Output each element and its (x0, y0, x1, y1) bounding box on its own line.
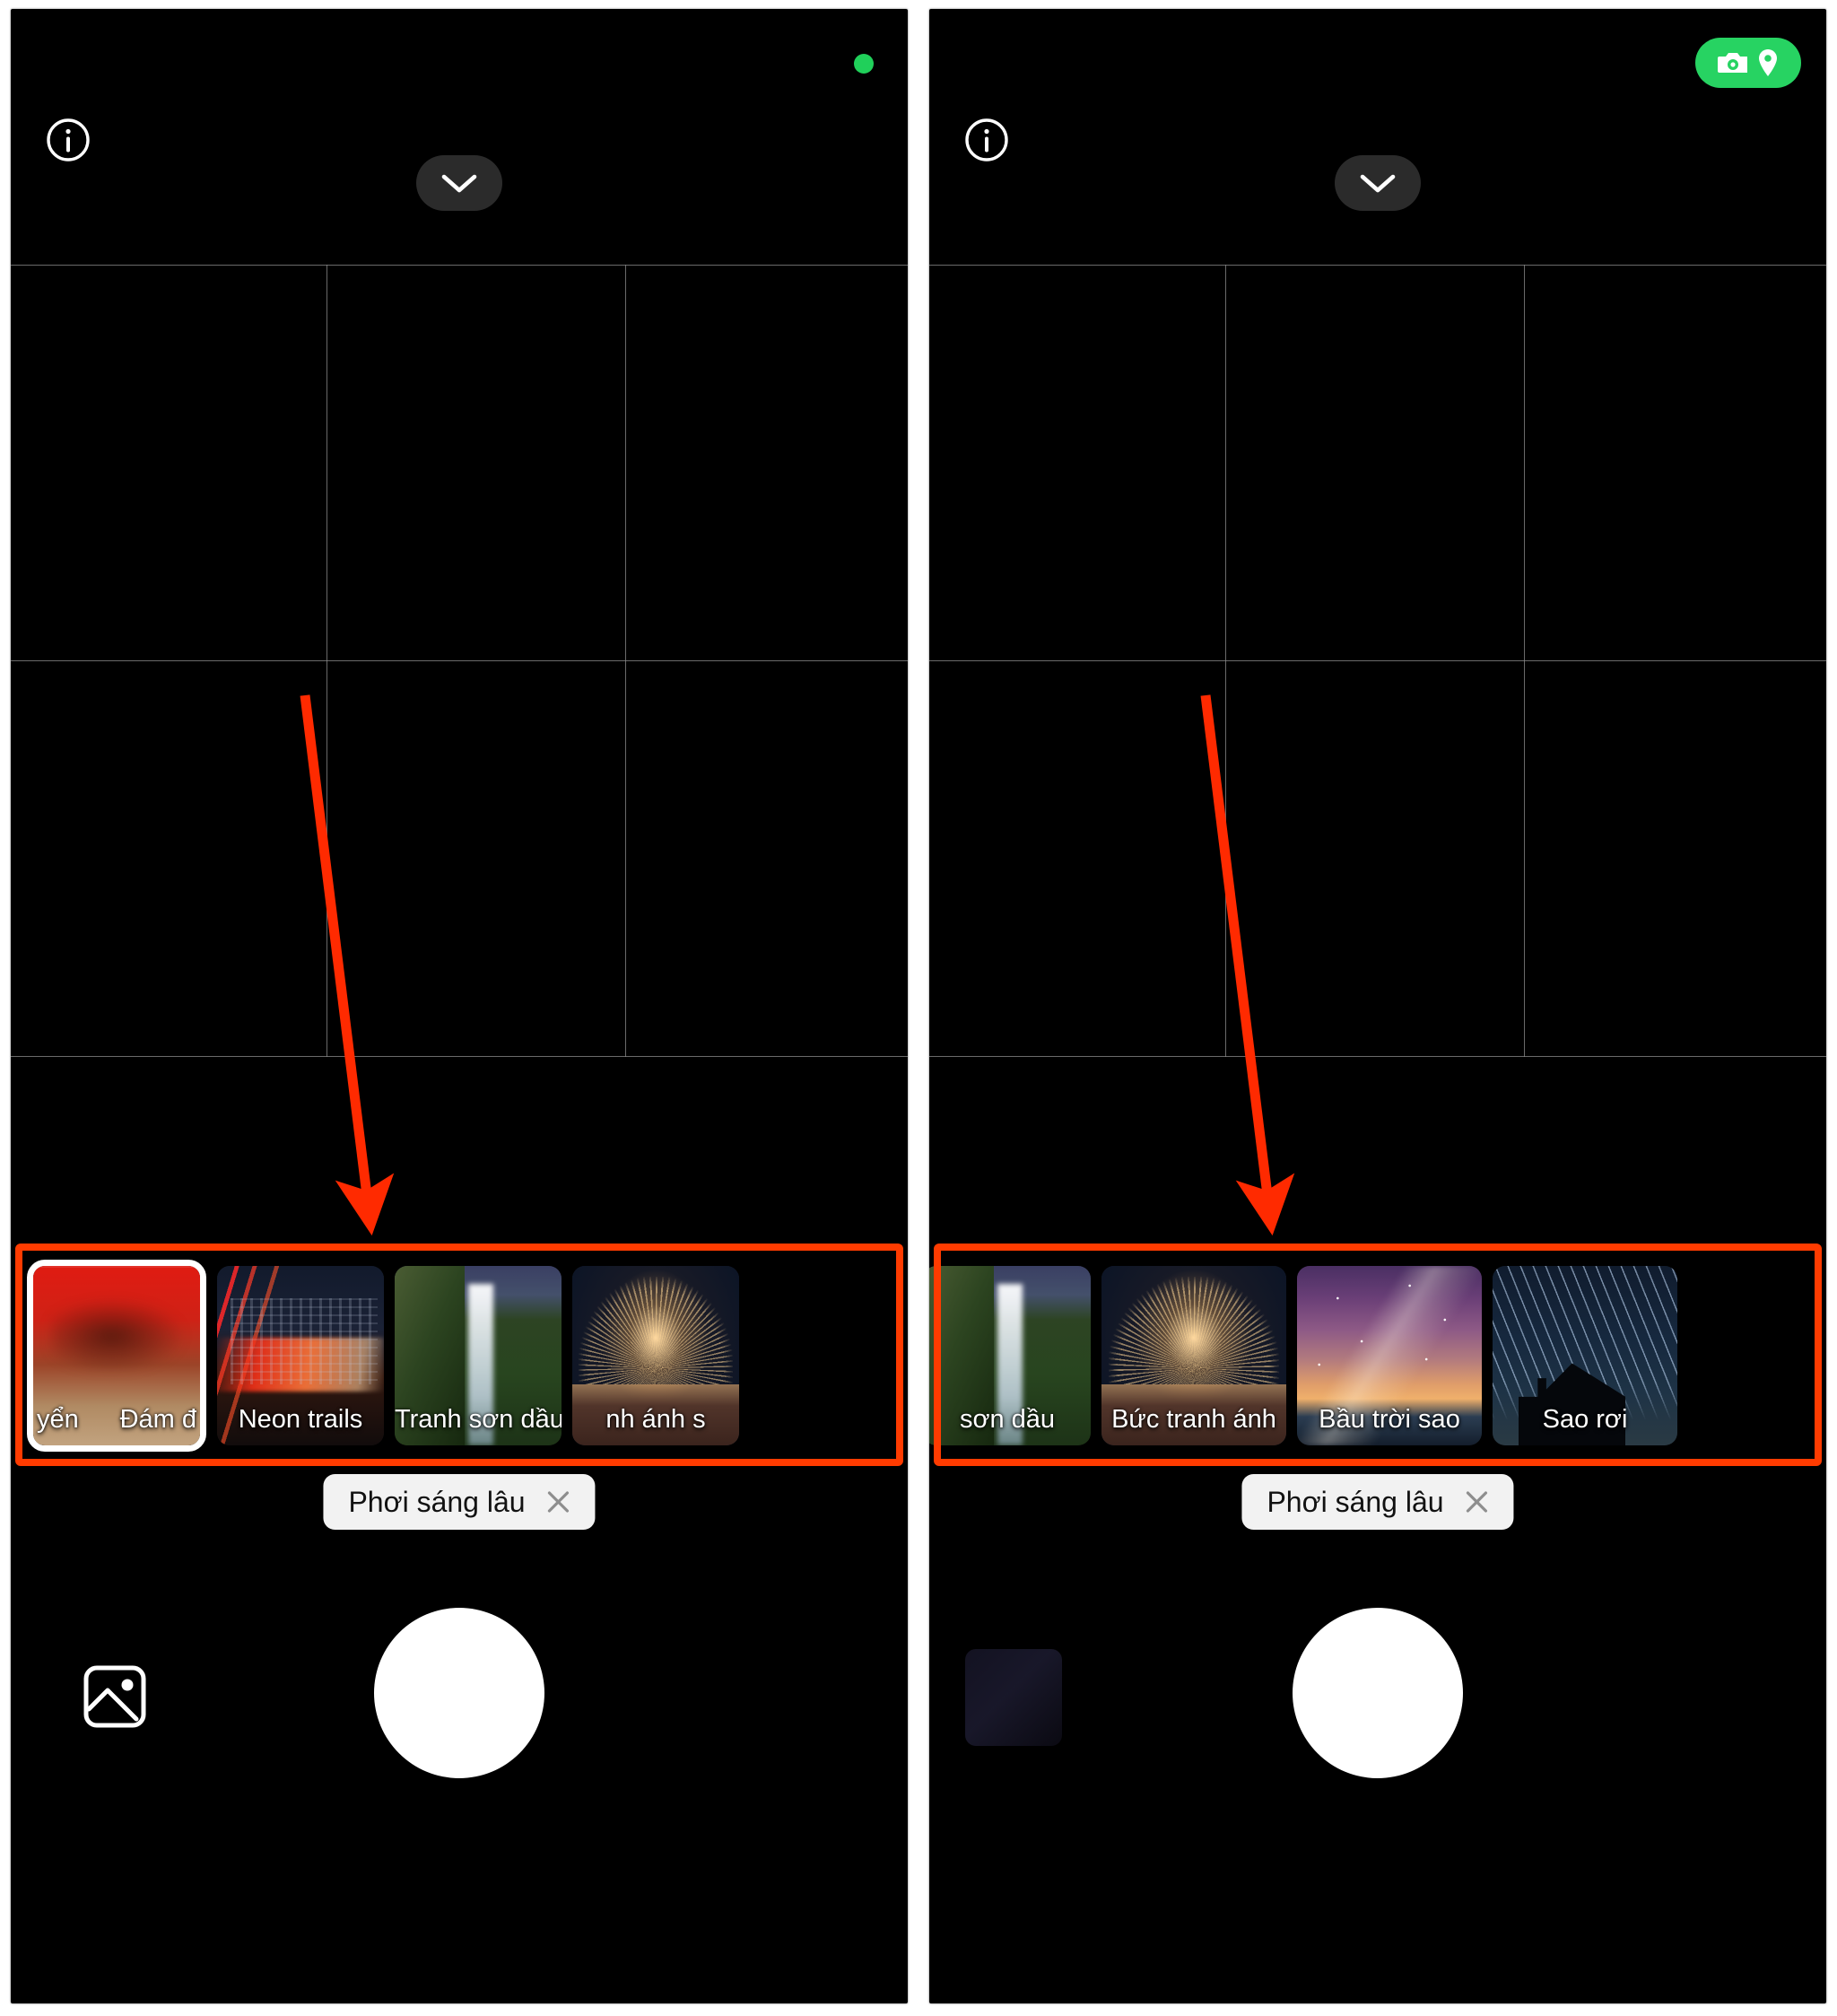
mode-chip-label: Phơi sáng lâu (348, 1486, 526, 1518)
viewfinder-grid-right (929, 265, 1826, 1057)
grid-line-horizontal (11, 265, 908, 266)
grid-line-horizontal (929, 660, 1826, 661)
chevron-down-button-right[interactable] (1335, 155, 1421, 211)
image-gallery-icon[interactable] (81, 1663, 149, 1731)
shutter-button[interactable] (1293, 1608, 1463, 1778)
annotation-highlight-box-right (934, 1244, 1822, 1466)
annotation-highlight-box-left (15, 1244, 903, 1466)
screenshot-sheet: yển Đám đ Neon trails Tranh sơn dầu nh á… (0, 0, 1837, 2016)
green-dot-indicator (854, 54, 874, 74)
viewfinder-grid-left (11, 265, 908, 1057)
privacy-indicator-badge (1695, 38, 1801, 88)
shutter-button[interactable] (374, 1608, 544, 1778)
grid-line-horizontal (11, 1056, 908, 1057)
chevron-down-icon (441, 174, 477, 193)
close-x-icon[interactable] (1462, 1487, 1493, 1517)
gallery-preview-thumbnail[interactable] (965, 1649, 1062, 1746)
camera-screen-right: sơn dầu Bức tranh ánh Bầu trời sao Sao r… (929, 9, 1826, 2003)
top-status-bar-right (929, 9, 1826, 215)
close-x-icon[interactable] (544, 1487, 574, 1517)
mode-chip-right[interactable]: Phơi sáng lâu (1241, 1474, 1514, 1530)
mode-chip-label: Phơi sáng lâu (1267, 1486, 1444, 1518)
info-circle-icon[interactable] (963, 117, 1010, 163)
camera-icon (1718, 53, 1747, 73)
camera-screen-left: yển Đám đ Neon trails Tranh sơn dầu nh á… (11, 9, 908, 2003)
grid-line-horizontal (929, 265, 1826, 266)
grid-line-horizontal (929, 1056, 1826, 1057)
grid-line-horizontal (11, 660, 908, 661)
chevron-down-button-left[interactable] (416, 155, 502, 211)
mode-chip-left[interactable]: Phơi sáng lâu (323, 1474, 596, 1530)
top-status-bar-left (11, 9, 908, 215)
info-circle-icon[interactable] (45, 117, 91, 163)
location-pin-icon (1759, 49, 1777, 76)
chevron-down-icon (1360, 174, 1396, 193)
